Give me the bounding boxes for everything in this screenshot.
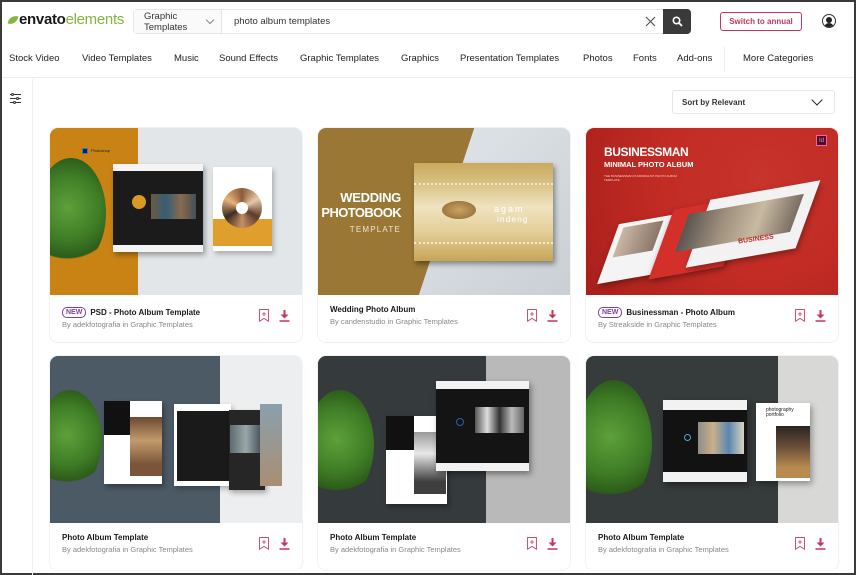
nav-item-stock-video[interactable]: Stock Video (9, 53, 60, 64)
card-title[interactable]: Wedding Photo Album (330, 305, 415, 314)
search-icon (671, 16, 683, 27)
new-badge: NEW (62, 307, 87, 318)
card-info: Wedding Photo Album By candenstudio in G… (318, 295, 570, 342)
thumb-heading-1: BUSINESSMAN (604, 145, 689, 159)
result-card: Photoshop NEW PSD - Photo Album Template… (50, 128, 302, 342)
card-info: NEW PSD - Photo Album Template By adekfo… (50, 295, 302, 342)
card-title[interactable]: Businessman - Photo Album (626, 308, 735, 317)
card-info: NEW Businessman - Photo Album By Streaks… (586, 295, 838, 342)
bookmark-add-icon[interactable] (259, 537, 269, 550)
card-author[interactable]: By adekfotografia in Graphic Templates (62, 545, 193, 554)
thumb-heading-3: THE BUSINESSMAN IS MINIMALIST PHOTO ALBU… (604, 174, 677, 182)
download-icon[interactable] (547, 309, 558, 322)
search-button[interactable] (663, 9, 691, 34)
indesign-icon: Id (816, 135, 827, 146)
card-thumbnail[interactable]: WEDDING PHOTOBOOK TEMPLATE agam indeng (318, 128, 570, 295)
sort-dropdown[interactable]: Sort by Relevant (672, 90, 835, 114)
envato-elements-logo[interactable]: envato elements (7, 11, 125, 28)
result-card: Photo Album Template By adekfotografia i… (50, 356, 302, 570)
card-author[interactable]: By adekfotografia in Graphic Templates (598, 545, 729, 554)
nav-item-music[interactable]: Music (174, 53, 199, 64)
thumb-cover-text: photography portfolio (766, 407, 794, 418)
chevron-down-icon (811, 94, 823, 106)
result-card: BUSINESSMAN MINIMAL PHOTO ALBUM THE BUSI… (586, 128, 838, 342)
result-card: photography portfolio Photo Album Templa… (586, 356, 838, 570)
top-header: envato elements Graphic Templates Switch… (2, 2, 854, 40)
category-nav: Stock Video Video Templates Music Sound … (2, 40, 854, 78)
logo-secondary-text: elements (65, 11, 125, 28)
filter-sliders-icon[interactable] (10, 93, 21, 104)
new-badge: NEW (598, 307, 623, 318)
thumb-heading-1: WEDDING (340, 190, 401, 205)
bookmark-add-icon[interactable] (527, 537, 537, 550)
thumb-heading-3: TEMPLATE (349, 225, 401, 234)
nav-item-fonts[interactable]: Fonts (633, 53, 657, 64)
close-icon (645, 16, 655, 27)
card-info: Photo Album Template By adekfotografia i… (50, 523, 302, 570)
logo-primary-text: envato (19, 11, 66, 28)
card-author[interactable]: By candenstudio in Graphic Templates (330, 317, 458, 326)
thumb-heading-2: PHOTOBOOK (321, 205, 401, 220)
nav-item-video-templates[interactable]: Video Templates (82, 53, 152, 64)
card-info: Photo Album Template By adekfotografia i… (586, 523, 838, 570)
download-icon[interactable] (815, 537, 826, 550)
card-thumbnail[interactable] (50, 356, 302, 523)
nav-item-photos[interactable]: Photos (583, 53, 613, 64)
card-title[interactable]: Photo Album Template (598, 533, 684, 542)
nav-divider (724, 46, 725, 72)
bookmark-add-icon[interactable] (795, 537, 805, 550)
card-thumbnail[interactable]: photography portfolio (586, 356, 838, 523)
search-bar: Graphic Templates (133, 9, 691, 34)
result-card: WEDDING PHOTOBOOK TEMPLATE agam indeng W… (318, 128, 570, 342)
nav-item-presentation-templates[interactable]: Presentation Templates (460, 53, 559, 64)
user-avatar-icon[interactable] (822, 14, 836, 28)
card-title[interactable]: Photo Album Template (330, 533, 416, 542)
card-author[interactable]: By adekfotografia in Graphic Templates (62, 320, 193, 329)
card-title[interactable]: PSD - Photo Album Template (90, 308, 200, 317)
nav-item-add-ons[interactable]: Add-ons (677, 53, 712, 64)
app-label: Photoshop (91, 148, 111, 153)
card-info: Photo Album Template By adekfotografia i… (318, 523, 570, 570)
card-title[interactable]: Photo Album Template (62, 533, 148, 542)
nav-item-more-categories[interactable]: More Categories (743, 53, 813, 64)
card-thumbnail[interactable]: BUSINESSMAN MINIMAL PHOTO ALBUM THE BUSI… (586, 128, 838, 295)
nav-item-graphic-templates[interactable]: Graphic Templates (300, 53, 379, 64)
thumb-names-2: indeng (497, 214, 529, 224)
download-icon[interactable] (547, 537, 558, 550)
category-select[interactable]: Graphic Templates (134, 10, 222, 33)
switch-to-annual-button[interactable]: Switch to annual (720, 12, 802, 31)
photoshop-icon (82, 148, 88, 154)
thumb-names-1: agam (494, 204, 525, 214)
nav-item-graphics[interactable]: Graphics (401, 53, 439, 64)
thumb-heading-2: MINIMAL PHOTO ALBUM (604, 160, 694, 169)
clear-search-button[interactable] (637, 10, 663, 33)
bookmark-add-icon[interactable] (259, 309, 269, 322)
filter-sidebar (2, 79, 33, 575)
card-author[interactable]: By Streakside in Graphic Templates (598, 320, 717, 329)
bookmark-add-icon[interactable] (527, 309, 537, 322)
result-card: Photo Album Template By adekfotografia i… (318, 356, 570, 570)
download-icon[interactable] (815, 309, 826, 322)
nav-item-sound-effects[interactable]: Sound Effects (219, 53, 278, 64)
card-author[interactable]: By adekfotografia in Graphic Templates (330, 545, 461, 554)
card-thumbnail[interactable] (318, 356, 570, 523)
download-icon[interactable] (279, 537, 290, 550)
bookmark-add-icon[interactable] (795, 309, 805, 322)
leaf-icon (7, 13, 19, 26)
search-input[interactable] (222, 10, 637, 33)
sort-dropdown-label: Sort by Relevant (682, 97, 746, 107)
download-icon[interactable] (279, 309, 290, 322)
card-thumbnail[interactable]: Photoshop (50, 128, 302, 295)
